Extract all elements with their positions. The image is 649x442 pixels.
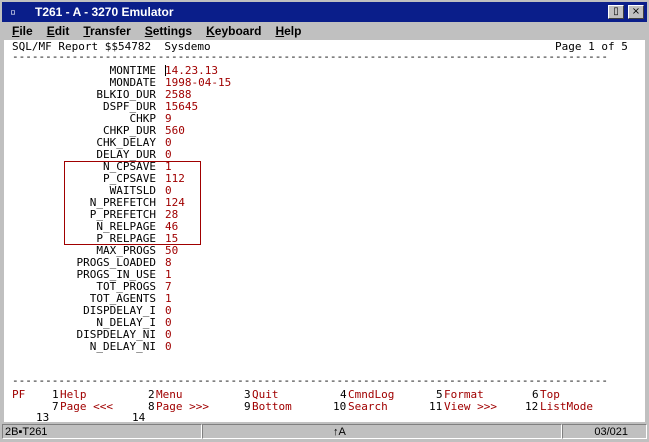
keyboard-state: ↑A	[202, 424, 562, 439]
field-value[interactable]: 0	[165, 341, 172, 353]
menu-help-key: H	[275, 24, 285, 38]
pf-key-number: 11	[429, 400, 443, 413]
pf-key-label[interactable]: ListMode	[540, 401, 593, 413]
session-indicator: 2B▪T261	[2, 424, 202, 439]
pf-key-number: 8	[148, 400, 155, 413]
app-icon[interactable]: ▫	[5, 4, 21, 20]
menu-keyboard-key: K	[206, 24, 215, 38]
highlight-box	[64, 161, 201, 245]
menu-help[interactable]: Help	[275, 24, 301, 38]
pf-prefix: PF	[12, 388, 26, 401]
menu-keyboard[interactable]: Keyboard	[206, 24, 261, 38]
menu-transfer-rest: ransfer	[90, 24, 131, 38]
menu-file[interactable]: File	[12, 24, 33, 38]
restore-button[interactable]: ▯	[608, 5, 624, 19]
separator-bottom: ----------------------------------------…	[12, 375, 609, 387]
pf-key-label[interactable]: Page <<<	[60, 401, 113, 413]
pf-key-label[interactable]: Search	[348, 401, 388, 413]
menu-settings-rest: ettings	[152, 24, 193, 38]
menu-keyboard-rest: eyboard	[214, 24, 262, 38]
window-title: T261 - A - 3270 Emulator	[35, 5, 174, 19]
menu-edit[interactable]: Edit	[47, 24, 70, 38]
emulator-window: ▫ T261 - A - 3270 Emulator ▯ × File Edit…	[0, 0, 649, 442]
menu-settings-key: S	[144, 24, 153, 38]
window-controls: ▯ ×	[608, 5, 644, 19]
pf-key-number: 7	[52, 400, 59, 413]
menu-edit-key: E	[46, 24, 55, 38]
pf-key-number: 10	[333, 400, 347, 413]
cursor-position: 03/021	[562, 424, 647, 439]
pf-key-number: 9	[244, 400, 251, 413]
menu-edit-rest: dit	[54, 24, 70, 38]
terminal-screen[interactable]: SQL/MF Report $$54782 Sysdemo Page 1 of …	[4, 40, 645, 424]
title-bar[interactable]: ▫ T261 - A - 3270 Emulator ▯ ×	[2, 2, 647, 22]
menu-help-rest: elp	[284, 24, 302, 38]
menu-settings[interactable]: Settings	[145, 24, 192, 38]
pf-key-label[interactable]: Page >>>	[156, 401, 209, 413]
pf-key-label[interactable]: View >>>	[444, 401, 497, 413]
status-bar: 2B▪T261 ↑A 03/021	[2, 423, 647, 440]
menu-file-rest: ile	[19, 24, 33, 38]
close-button[interactable]: ×	[628, 5, 644, 19]
menu-bar: File Edit Transfer Settings Keyboard Hel…	[2, 22, 647, 40]
pf-key-label[interactable]: Bottom	[252, 401, 292, 413]
field-label: N_DELAY_NI	[89, 340, 156, 353]
pf-key-number: 12	[525, 400, 539, 413]
menu-transfer[interactable]: Transfer	[83, 24, 130, 38]
separator-top: ----------------------------------------…	[12, 51, 609, 63]
